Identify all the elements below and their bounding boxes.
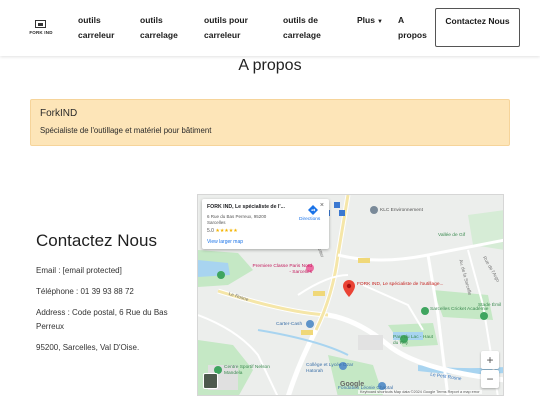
zoom-out-button[interactable]: − [481, 370, 499, 388]
place-label: Centre Sportif Nelson Mandela [224, 365, 270, 376]
nav-item-outils-carreleur[interactable]: outils carreleur [78, 13, 130, 43]
place-label: Parc du Lac - Haut du Roy [393, 335, 433, 346]
nav-plus-label: Plus [357, 15, 375, 25]
nav-item-plus[interactable]: Plus ▼ [357, 15, 383, 25]
close-icon[interactable]: × [320, 202, 324, 209]
place-label: Stade Émil [478, 303, 502, 308]
page-title: A propos [238, 57, 302, 74]
site-logo[interactable]: FORK IND [26, 18, 56, 40]
place-address: 6 Rue du Bas Perreux, 95200 Sarcelles [207, 214, 267, 225]
nav-item-outils-de-carrelage[interactable]: outils de carrelage [283, 13, 338, 43]
place-rating: 5.0 ★★★★★ [207, 228, 238, 234]
rating-value: 5.0 [207, 228, 214, 234]
location-marker-icon[interactable] [343, 280, 355, 297]
notice-title: ForkIND [40, 108, 78, 119]
contact-city: 95200, Sarcelles, Val D'Oise. [36, 343, 140, 352]
map-layer-thumbnail[interactable] [203, 373, 218, 389]
chevron-down-icon: ▼ [376, 19, 383, 25]
contact-phone: Téléphone : 01 39 93 88 72 [36, 287, 134, 296]
place-name: FORK IND, Le spécialiste de l'... [207, 204, 285, 210]
logo-text: FORK IND [29, 30, 53, 35]
place-label: Collège et Lycée Ozar Hatorah [306, 363, 354, 374]
contact-address: Address : Code postal, 6 Rue du Bas Perr… [36, 308, 168, 331]
nav-item-outils-carrelage[interactable]: outils carrelage [140, 13, 190, 43]
company-notice-box: ForkIND Spécialiste de l'outillage et ma… [30, 99, 510, 146]
nav-item-outils-pour-carreleur[interactable]: outils pour carreleur [204, 13, 266, 43]
map-attribution[interactable]: Keyboard shortcuts Map data ©2024 Google… [358, 390, 482, 394]
place-label: Vallée de Gif [438, 233, 466, 238]
contact-us-button[interactable]: Contactez Nous [435, 8, 520, 47]
zoom-in-button[interactable]: + [481, 351, 499, 369]
notice-subtitle: Spécialiste de l'outillage et matériel p… [40, 126, 212, 135]
google-logo: Google [340, 381, 365, 388]
top-navbar: FORK IND outils carreleur outils carrela… [0, 0, 540, 56]
place-label: Premiere Classe Paris Nord - Sarcelles [252, 264, 312, 275]
nav-item-a-propos[interactable]: A propos [398, 13, 430, 43]
place-label: KLC Environnement [380, 208, 423, 213]
contact-title: Contactez Nous [36, 231, 157, 250]
marker-label: FORK IND, Le spécialiste de l'outillage.… [357, 282, 444, 287]
google-map-embed[interactable]: FORK IND, Le spécialiste de l'outillage.… [197, 194, 504, 396]
map-place-card: FORK IND, Le spécialiste de l'... × 6 Ru… [202, 199, 329, 249]
directions-icon[interactable] [308, 205, 318, 215]
place-label: Carter-Cash [276, 322, 303, 327]
logo-mark-icon [35, 20, 46, 28]
star-rating-icon: ★★★★★ [215, 228, 238, 234]
view-larger-map-link[interactable]: View larger map [207, 239, 243, 245]
directions-link[interactable]: Directions [299, 217, 320, 222]
contact-email: Email : [email protected] [36, 266, 122, 275]
